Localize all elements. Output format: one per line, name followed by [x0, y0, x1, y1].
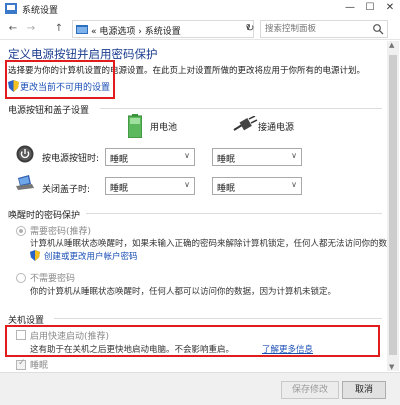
- divider: [100, 108, 382, 109]
- title-bar: 系统设置 — ☐ ✕: [0, 0, 400, 17]
- divider: [54, 318, 382, 319]
- close-button[interactable]: ✕: [382, 1, 398, 15]
- scroll-up-icon[interactable]: ▲: [389, 41, 394, 49]
- chevron-down-icon: ∨: [184, 151, 190, 160]
- address-bar: ← → ↑ « 电源选项 › 系统设置 ∨ ↻: [0, 18, 400, 40]
- cancel-button[interactable]: 取消: [342, 381, 386, 399]
- sleep-checkbox[interactable]: ✓: [16, 358, 26, 370]
- lid-close-label: 关闭盖子时:: [42, 185, 91, 195]
- back-button[interactable]: ←: [6, 22, 20, 36]
- scroll-down-icon[interactable]: ▼: [389, 363, 394, 371]
- fast-startup-desc: 这有助于在关机之后更快地启动电脑。不会影响重启。: [30, 345, 235, 355]
- footer-bar: 保存修改 取消: [0, 372, 400, 405]
- power-button-plugged-select[interactable]: 睡眠 ∨: [212, 148, 302, 166]
- selected-value: 睡眠: [110, 184, 129, 194]
- breadcrumb-text: « 电源选项 › 系统设置: [91, 27, 181, 37]
- power-buttons-section-title: 电源按钮和盖子设置: [8, 106, 90, 116]
- plug-icon: [233, 116, 258, 131]
- divider: [86, 213, 382, 214]
- radio-dot: [19, 229, 23, 233]
- laptop-lid-icon: [16, 175, 34, 190]
- selected-value: 睡眠: [217, 184, 236, 194]
- control-panel-icon: [5, 3, 17, 14]
- no-password-label: 不需要密码: [30, 274, 76, 284]
- power-button-label: 按电源按钮时:: [42, 154, 100, 164]
- chevron-down-icon: ∨: [184, 180, 190, 189]
- require-password-label: 需要密码(推荐): [30, 227, 92, 237]
- fast-startup-label: 启用快速启动(推荐): [30, 332, 110, 342]
- shield-icon: [8, 80, 19, 92]
- sleep-label: 睡眠: [30, 361, 49, 371]
- folder-icon: [76, 25, 88, 34]
- column-battery: 用电池: [150, 123, 178, 133]
- vertical-scrollbar[interactable]: ▲ ▼: [387, 41, 399, 371]
- lid-close-battery-select[interactable]: 睡眠 ∨: [105, 177, 195, 195]
- shield-icon: [30, 250, 40, 261]
- check-icon: ✓: [18, 358, 26, 368]
- chevron-down-icon: ∨: [291, 180, 297, 189]
- power-button-battery-select[interactable]: 睡眠 ∨: [105, 148, 195, 166]
- account-password-link[interactable]: 创建或更改用户帐户密码: [44, 250, 138, 262]
- forward-button[interactable]: →: [24, 22, 38, 36]
- selected-value: 睡眠: [110, 155, 129, 165]
- up-button[interactable]: ↑: [52, 22, 66, 36]
- refresh-icon[interactable]: ↻: [246, 23, 254, 34]
- save-button[interactable]: 保存修改: [281, 381, 339, 399]
- learn-more-link[interactable]: 了解更多信息: [262, 343, 313, 355]
- breadcrumb[interactable]: « 电源选项 › 系统设置 ∨: [72, 20, 254, 38]
- require-password-desc: 计算机从睡眠状态唤醒时，如果未输入正确的密码来解除计算机锁定，任何人都无法访问你…: [30, 239, 400, 249]
- lid-close-plugged-select[interactable]: 睡眠 ∨: [212, 177, 302, 195]
- require-password-radio[interactable]: [16, 226, 26, 236]
- search-box[interactable]: [260, 20, 388, 38]
- chevron-down-icon: ∨: [291, 151, 297, 160]
- fast-startup-checkbox[interactable]: [16, 330, 26, 340]
- power-button-icon: [16, 145, 34, 163]
- battery-icon: [128, 114, 142, 138]
- column-plugged-in: 接通电源: [258, 123, 295, 133]
- minimize-button[interactable]: —: [342, 1, 358, 15]
- search-input[interactable]: [265, 23, 371, 35]
- window-title: 系统设置: [22, 6, 59, 16]
- change-settings-link[interactable]: 更改当前不可用的设置: [20, 80, 110, 93]
- scrollbar-thumb[interactable]: [389, 55, 397, 355]
- maximize-button[interactable]: ☐: [362, 1, 378, 15]
- no-password-radio[interactable]: [16, 273, 26, 283]
- password-section-title: 唤醒时的密码保护: [8, 211, 81, 221]
- no-password-desc: 你的计算机从睡眠状态唤醒时，任何人都可以访问你的数据，因为计算机未锁定。: [30, 287, 337, 297]
- search-icon[interactable]: [372, 23, 384, 35]
- selected-value: 睡眠: [217, 155, 236, 165]
